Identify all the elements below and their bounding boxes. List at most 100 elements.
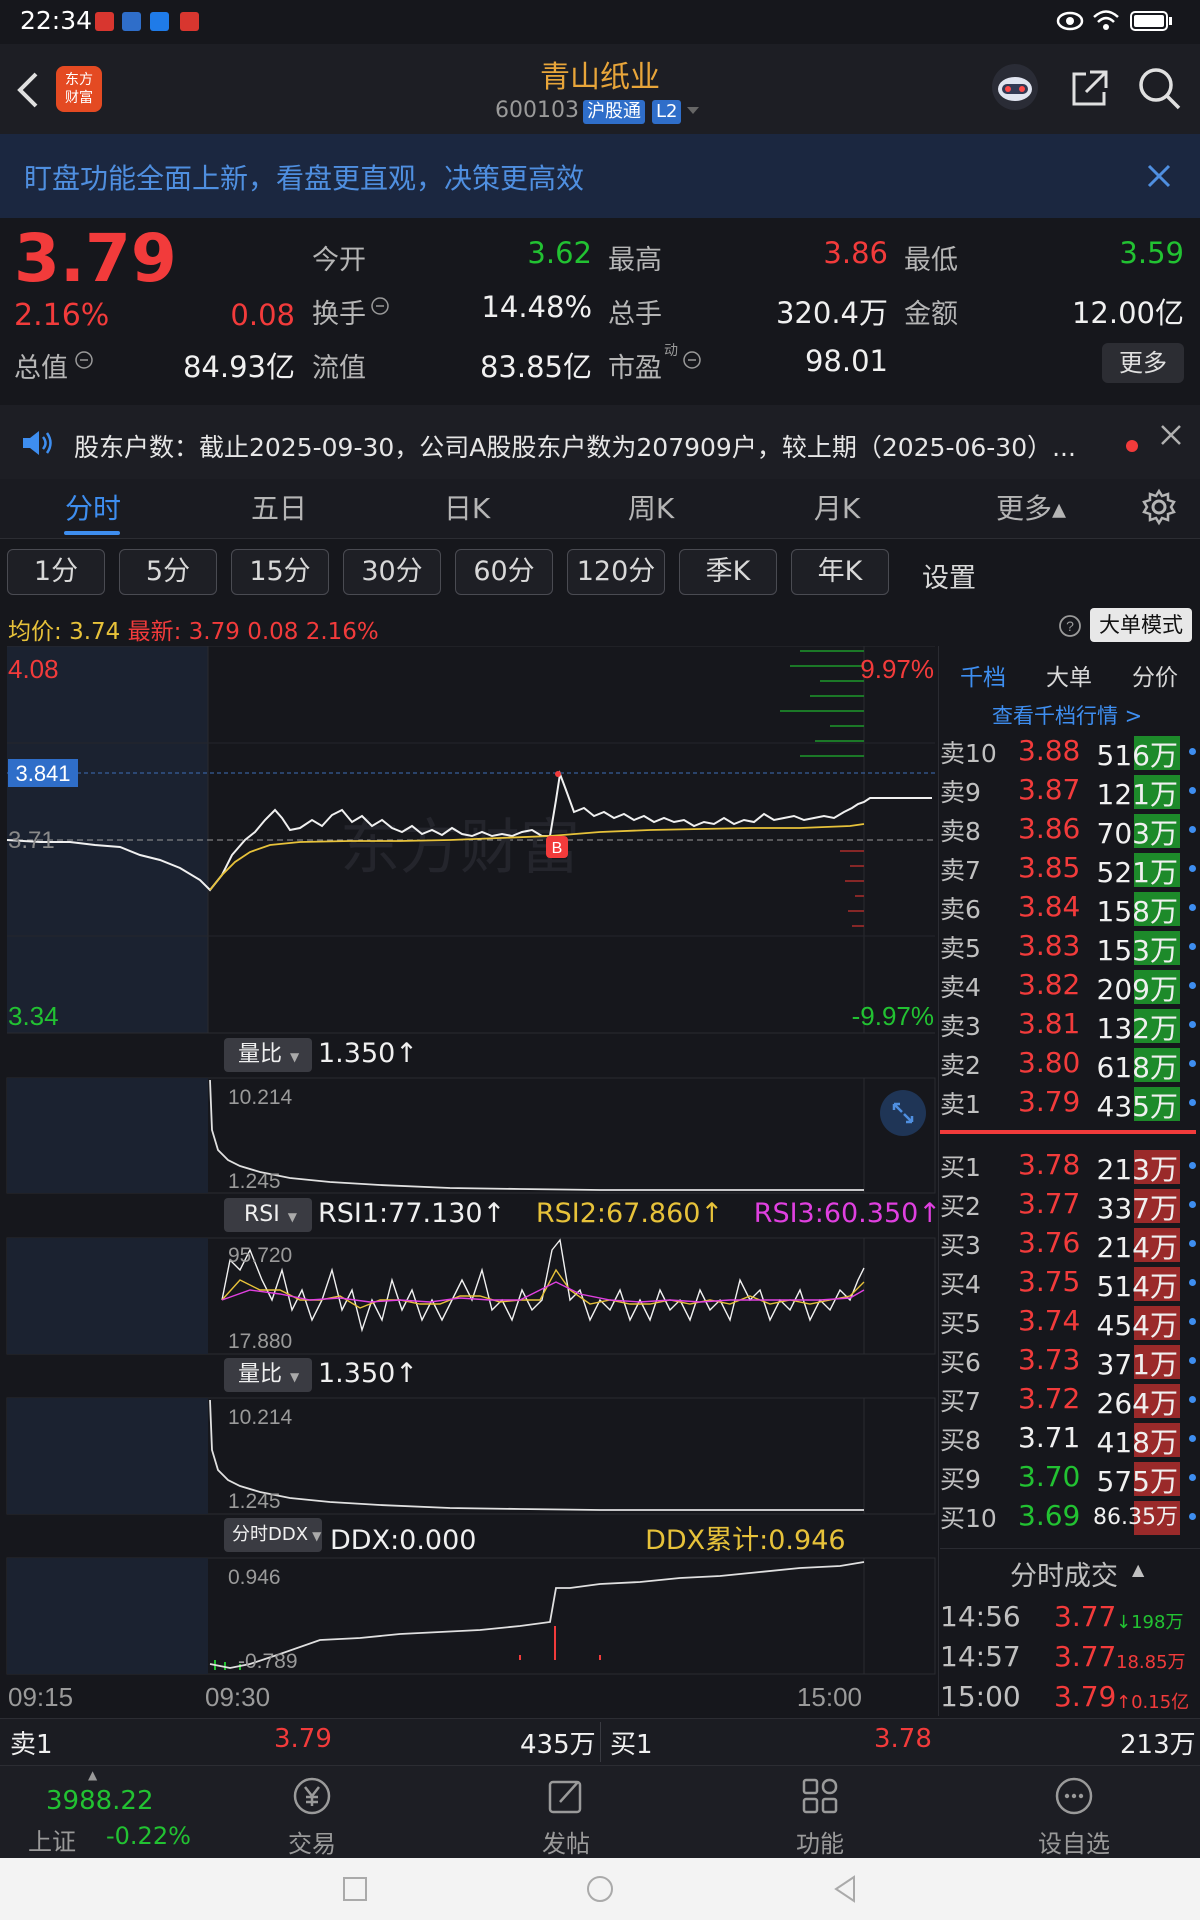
bid-row[interactable]: 买6 3.73 371万 <box>940 1343 1200 1381</box>
ask-row[interactable]: 卖3 3.81 132万 <box>940 1007 1200 1045</box>
orderbook-tab-price[interactable]: 分价 <box>1132 658 1178 692</box>
bid-label: 买5 <box>940 1309 981 1338</box>
ind1-max: 10.214 <box>228 1086 293 1109</box>
close-icon[interactable] <box>1147 164 1171 188</box>
ask-volume: 521万 <box>1096 856 1178 889</box>
nav-functions[interactable]: 功能 <box>750 1774 890 1859</box>
settings-button[interactable]: 设置 <box>922 556 976 595</box>
interval-30min[interactable]: 30分 <box>343 549 441 595</box>
interval-5min[interactable]: 5分 <box>119 549 217 595</box>
latest-value: 3.79 <box>188 619 240 645</box>
bid-row[interactable]: 买3 3.76 214万 <box>940 1226 1200 1264</box>
ind1-selector[interactable]: 量比 ▼ <box>224 1038 312 1072</box>
info-circle-icon[interactable] <box>74 350 94 370</box>
interval-quarter-k[interactable]: 季K <box>679 549 777 595</box>
arrow-up-icon: ↑ <box>395 1358 418 1389</box>
status-bar: 22:34 <box>0 0 1200 44</box>
nav-trade[interactable]: 交易 <box>242 1774 382 1859</box>
interval-1min[interactable]: 1分 <box>7 549 105 595</box>
back-icon[interactable] <box>832 1874 858 1904</box>
bid-row[interactable]: 买10 3.69 86.35万 <box>940 1499 1200 1537</box>
tab-monthly-k[interactable]: 月K <box>782 487 892 527</box>
ind3-selector[interactable]: 量比 ▼ <box>224 1358 312 1392</box>
orderbook-tab-thousand[interactable]: 千档 <box>960 658 1006 692</box>
dot-icon <box>1189 1279 1196 1286</box>
bid-row[interactable]: 买9 3.70 575万 <box>940 1460 1200 1498</box>
bid-volume: 213万 <box>1096 1153 1178 1186</box>
tab-intraday[interactable]: 分时 <box>40 487 146 527</box>
ind2-selector[interactable]: RSI ▼ <box>224 1198 312 1232</box>
ask-row[interactable]: 卖10 3.88 516万 <box>940 734 1200 772</box>
market-cap-label[interactable]: 总值 <box>14 346 68 385</box>
ind3-value: 1.350↑ <box>318 1358 418 1389</box>
avg-label: 均价: <box>8 619 62 645</box>
help-icon[interactable]: ? <box>1058 614 1082 638</box>
ind2-name: RSI <box>244 1202 280 1227</box>
share-icon[interactable] <box>1068 68 1110 110</box>
ask-price: 3.86 <box>1018 812 1081 845</box>
ask-row[interactable]: 卖7 3.85 521万 <box>940 851 1200 889</box>
pe-label[interactable]: 市盈 <box>608 346 662 385</box>
info-circle-icon[interactable] <box>682 350 702 370</box>
app-notification-icon <box>180 12 199 31</box>
ask-row[interactable]: 卖4 3.82 209万 <box>940 968 1200 1006</box>
interval-60min[interactable]: 60分 <box>455 549 553 595</box>
recent-apps-icon[interactable] <box>342 1876 368 1902</box>
tab-weekly-k[interactable]: 周K <box>596 487 706 527</box>
orderbook-link[interactable]: 查看千档行情 > <box>992 700 1142 730</box>
bid-row[interactable]: 买8 3.71 418万 <box>940 1421 1200 1459</box>
ask-row[interactable]: 卖6 3.84 158万 <box>940 890 1200 928</box>
high-label: 最高 <box>608 245 662 276</box>
ask-row[interactable]: 卖5 3.83 153万 <box>940 929 1200 967</box>
tick-price: 3.79 <box>1054 1680 1117 1713</box>
ask-label: 卖4 <box>940 973 981 1002</box>
bid-row[interactable]: 买1 3.78 213万 <box>940 1148 1200 1186</box>
ask-row[interactable]: 卖2 3.80 618万 <box>940 1046 1200 1084</box>
close-icon[interactable] <box>1160 424 1182 446</box>
dot-icon <box>1189 1162 1196 1169</box>
bid-row[interactable]: 买2 3.77 337万 <box>940 1187 1200 1225</box>
tab-more[interactable]: 更多▴ <box>966 487 1096 527</box>
bid-row[interactable]: 买5 3.74 454万 <box>940 1304 1200 1342</box>
bar-divider <box>600 1722 601 1762</box>
index-value[interactable]: 3988.22 <box>46 1786 154 1816</box>
prev-close-label: 3.71 <box>8 827 55 854</box>
robot-assistant-icon[interactable] <box>990 62 1040 112</box>
stock-code: 600103 <box>495 98 579 123</box>
caret-down-icon: ▼ <box>290 1370 300 1384</box>
amount-label: 金额 <box>904 299 958 330</box>
gear-icon[interactable] <box>1140 488 1178 526</box>
bid-row[interactable]: 买4 3.75 514万 <box>940 1265 1200 1303</box>
info-circle-icon[interactable] <box>370 296 390 316</box>
interval-year-k[interactable]: 年K <box>791 549 889 595</box>
tab-daily-k[interactable]: 日K <box>412 487 522 527</box>
big-order-mode-button[interactable]: 大单模式 <box>1090 608 1192 642</box>
index-pct: -0.22% <box>106 1822 191 1850</box>
bid-row[interactable]: 买7 3.72 264万 <box>940 1382 1200 1420</box>
interval-120min[interactable]: 120分 <box>567 549 665 595</box>
turnover-label[interactable]: 换手 <box>312 292 366 331</box>
high-point-marker <box>555 771 561 777</box>
caret-down-icon[interactable] <box>686 106 700 116</box>
x-axis-label: 09:30 <box>205 1682 270 1712</box>
ask1-price: 3.79 <box>274 1724 332 1754</box>
nav-trade-label: 交易 <box>288 1830 336 1858</box>
bid-volume: 514万 <box>1096 1270 1178 1303</box>
home-icon[interactable] <box>585 1874 615 1904</box>
ask-row[interactable]: 卖9 3.87 121万 <box>940 773 1200 811</box>
ticks-title[interactable]: 分时成交 <box>1010 1554 1118 1593</box>
search-icon[interactable] <box>1137 66 1183 112</box>
interval-15min[interactable]: 15分 <box>231 549 329 595</box>
nav-post[interactable]: 发帖 <box>496 1774 636 1859</box>
dot-icon <box>1189 826 1196 833</box>
current-price: 3.79 <box>14 220 177 297</box>
ask-row[interactable]: 卖8 3.86 703万 <box>940 812 1200 850</box>
expand-chart-button[interactable] <box>880 1090 926 1136</box>
ask-volume: 516万 <box>1096 739 1178 772</box>
ind4-selector[interactable]: 分时DDX ▼ <box>224 1518 322 1552</box>
ask-row[interactable]: 卖1 3.79 435万 <box>940 1085 1200 1123</box>
nav-add-watchlist[interactable]: 设自选 <box>1004 1774 1144 1859</box>
tab-five-day[interactable]: 五日 <box>224 487 334 527</box>
more-button[interactable]: 更多 <box>1102 343 1184 383</box>
orderbook-tab-big-order[interactable]: 大单 <box>1046 658 1092 692</box>
